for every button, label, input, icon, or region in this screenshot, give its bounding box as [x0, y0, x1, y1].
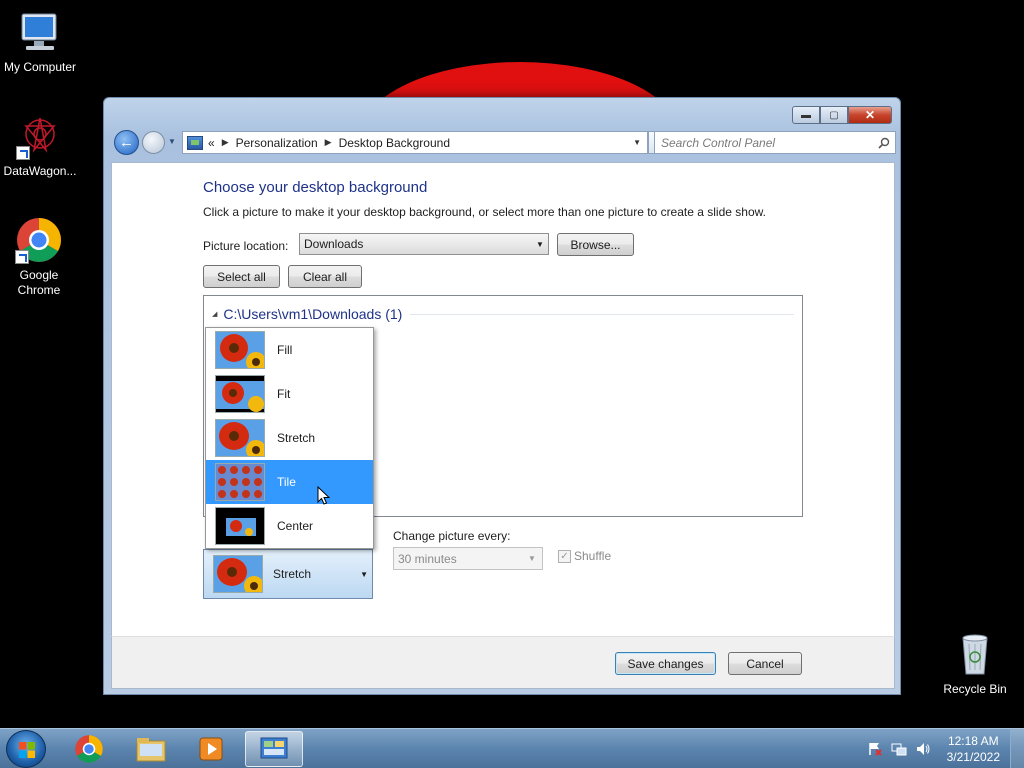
position-option-label: Stretch: [277, 431, 316, 445]
change-picture-label: Change picture every:: [393, 529, 511, 543]
save-changes-button[interactable]: Save changes: [615, 652, 716, 675]
chevron-down-icon: ▼: [360, 569, 368, 579]
datawagon-icon: [16, 112, 64, 160]
group-divider: [410, 313, 794, 315]
window-controls: ▬ ▢ ✕: [792, 106, 892, 124]
group-header-label: C:\Users\vm1\Downloads (1): [223, 306, 403, 322]
picture-location-value: Downloads: [304, 237, 364, 251]
address-bar[interactable]: « ▶ Personalization ▶ Desktop Background…: [182, 131, 648, 154]
picture-location-select[interactable]: Downloads ▼: [299, 233, 549, 255]
search-icon[interactable]: [878, 137, 890, 149]
search-box[interactable]: [654, 131, 896, 154]
address-dropdown-icon[interactable]: ▼: [633, 138, 641, 147]
recycle-bin-icon: [951, 630, 999, 678]
action-center-flag-icon[interactable]: [867, 741, 883, 757]
position-option-fill[interactable]: Fill: [206, 328, 373, 372]
back-arrow-icon: ←: [119, 134, 134, 151]
taskbar: 12:18 AM 3/21/2022: [0, 728, 1024, 768]
desktop-icon-recycle-bin[interactable]: Recycle Bin: [935, 630, 1015, 697]
taskbar-file-explorer[interactable]: [122, 731, 180, 767]
media-player-icon: [199, 737, 223, 761]
maximize-button[interactable]: ▢: [820, 106, 848, 124]
fit-thumbnail: [215, 375, 265, 413]
system-tray: 12:18 AM 3/21/2022: [867, 733, 1000, 765]
position-option-label: Fit: [277, 387, 291, 401]
change-interval-value: 30 minutes: [398, 551, 457, 566]
tile-thumbnail: [215, 463, 265, 501]
content-pane: Choose your desktop background Click a p…: [111, 162, 895, 636]
breadcrumb-desktop-background[interactable]: Desktop Background: [339, 136, 450, 150]
select-all-button[interactable]: Select all: [203, 265, 280, 288]
position-option-label: Fill: [277, 343, 293, 357]
desktop-icon-label: Google Chrome: [17, 268, 61, 297]
shuffle-checkbox[interactable]: ✓ Shuffle: [558, 549, 611, 563]
computer-icon: [16, 8, 64, 56]
picture-position-select[interactable]: Stretch ▼: [203, 549, 373, 599]
clock-date: 3/21/2022: [946, 750, 1000, 764]
back-button[interactable]: ←: [114, 130, 139, 155]
taskbar-chrome[interactable]: [60, 731, 118, 767]
breadcrumb-personalization[interactable]: Personalization: [236, 136, 318, 150]
clock[interactable]: 12:18 AM 3/21/2022: [947, 733, 1000, 765]
position-option-center[interactable]: Center: [206, 504, 373, 548]
clear-all-button[interactable]: Clear all: [288, 265, 362, 288]
taskbar-control-panel[interactable]: [245, 731, 303, 767]
start-button[interactable]: [6, 730, 46, 768]
page-description: Click a picture to make it your desktop …: [203, 205, 766, 219]
shuffle-label: Shuffle: [574, 549, 612, 563]
desktop-icon-label: Recycle Bin: [943, 682, 1007, 696]
picture-location-label: Picture location:: [203, 239, 289, 253]
shortcut-arrow-icon: [16, 146, 30, 160]
desktop-icon-google-chrome[interactable]: Google Chrome: [0, 216, 79, 298]
breadcrumb-overflow[interactable]: «: [208, 136, 215, 150]
desktop-icon-label: DataWagon...: [3, 164, 77, 178]
desktop-background-window: ▬ ▢ ✕ ← ▼ « ▶ Personalization ▶ Desktop …: [103, 97, 901, 695]
close-button[interactable]: ✕: [848, 106, 892, 124]
center-thumbnail: [215, 507, 265, 545]
position-option-label: Center: [277, 519, 314, 533]
button-footer: Save changes Cancel: [111, 636, 895, 689]
forward-button[interactable]: [142, 131, 165, 154]
control-panel-icon: [260, 737, 288, 759]
browse-button[interactable]: Browse...: [557, 233, 634, 256]
show-desktop-button[interactable]: [1010, 729, 1024, 768]
fill-thumbnail: [215, 331, 265, 369]
position-option-tile[interactable]: Tile: [206, 460, 373, 504]
chrome-icon: [75, 735, 103, 763]
position-option-fit[interactable]: Fit: [206, 372, 373, 416]
desktop-icon-label: My Computer: [3, 60, 77, 74]
position-option-label: Tile: [277, 475, 296, 489]
recent-pages-dropdown[interactable]: ▼: [168, 137, 176, 146]
collapse-icon[interactable]: ◢: [212, 310, 217, 318]
shortcut-arrow-icon: [15, 250, 29, 264]
breadcrumb-separator-icon[interactable]: ▶: [325, 137, 332, 148]
network-icon[interactable]: [891, 741, 907, 757]
breadcrumb-separator-icon[interactable]: ▶: [222, 137, 229, 148]
position-option-stretch[interactable]: Stretch: [206, 416, 373, 460]
control-panel-icon: [187, 135, 203, 150]
group-header[interactable]: ◢ C:\Users\vm1\Downloads (1): [212, 306, 794, 322]
stretch-thumbnail: [215, 419, 265, 457]
minimize-button[interactable]: ▬: [792, 106, 820, 124]
chevron-down-icon: ▼: [536, 239, 544, 249]
search-input[interactable]: [661, 135, 861, 150]
page-title: Choose your desktop background: [203, 179, 428, 196]
cancel-button[interactable]: Cancel: [728, 652, 802, 675]
change-interval-select[interactable]: 30 minutes ▼: [393, 547, 543, 570]
windows-logo-icon: [19, 742, 35, 758]
desktop-icon-my-computer[interactable]: My Computer: [0, 8, 80, 75]
folder-icon: [136, 738, 166, 762]
picture-position-value: Stretch: [273, 567, 312, 581]
picture-position-menu: Fill Fit Stretch Tile Center: [205, 327, 374, 549]
chevron-down-icon: ▼: [528, 554, 536, 563]
checkmark-icon: ✓: [558, 549, 571, 563]
volume-icon[interactable]: [915, 741, 931, 757]
clock-time: 12:18 AM: [947, 734, 999, 748]
navigation-bar: ← ▼ « ▶ Personalization ▶ Desktop Backgr…: [112, 130, 896, 156]
stretch-thumbnail: [213, 555, 263, 593]
desktop-icon-datawagon[interactable]: DataWagon...: [0, 112, 80, 179]
chrome-icon: [15, 216, 63, 264]
taskbar-media-player[interactable]: [182, 731, 240, 767]
mouse-cursor-icon: [317, 486, 331, 505]
